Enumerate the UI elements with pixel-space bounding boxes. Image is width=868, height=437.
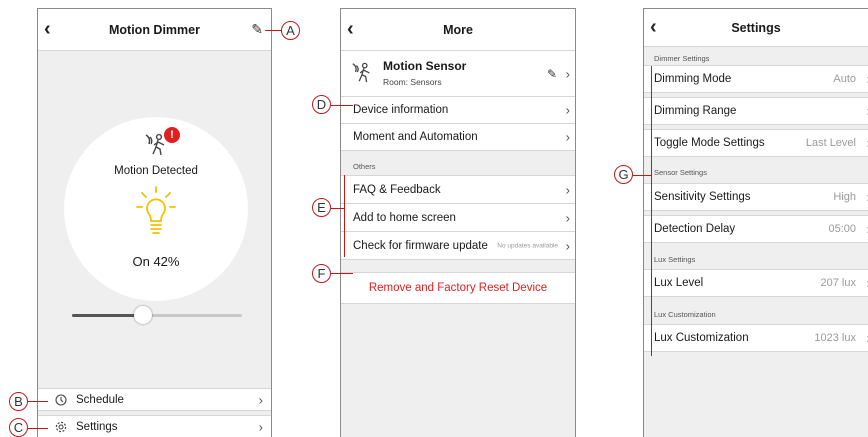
top-bar: ‹ Settings [644, 9, 868, 47]
schedule-row[interactable]: Schedule › [38, 388, 271, 411]
schedule-label: Schedule [76, 393, 124, 406]
factory-reset-row[interactable]: Remove and Factory Reset Device [341, 272, 575, 304]
top-bar: ‹ More [341, 9, 575, 51]
callout-line [265, 30, 281, 31]
callout-d: D [312, 95, 331, 114]
callout-g: G [614, 165, 633, 184]
callout-line [331, 105, 353, 106]
row-label: Check for firmware update [353, 239, 488, 252]
row-label: Add to home screen [353, 211, 456, 224]
row-value: 1023 lux [814, 332, 856, 344]
device-room: Room: Sensors [383, 77, 442, 87]
slider-fill [72, 314, 143, 317]
firmware-status: No updates available [497, 242, 558, 249]
callout-line [331, 273, 353, 274]
row-label: Device information [353, 104, 449, 116]
row-value: 207 lux [820, 277, 856, 289]
device-card[interactable]: Motion Sensor Room: Sensors ✎ › [341, 51, 575, 97]
alert-badge: ! [164, 127, 180, 143]
callout-c: C [9, 418, 28, 437]
lux-level-row[interactable]: Lux Level 207 lux › [644, 269, 868, 297]
callout-line [331, 208, 344, 209]
sensitivity-row[interactable]: Sensitivity Settings High › [644, 183, 868, 211]
row-value: Auto [833, 73, 856, 85]
edit-pencil-icon[interactable]: ✎ [251, 21, 263, 38]
level-text: On 42% [132, 254, 180, 269]
motion-status: Motion Detected [114, 165, 198, 177]
device-status-circle: ! Motion Detected On 42% [64, 117, 248, 301]
moment-automation-row[interactable]: Moment and Automation › [341, 123, 575, 151]
section-label: Lux Settings [654, 255, 696, 264]
callout-line [28, 401, 48, 402]
top-bar: ‹ Motion Dimmer ✎ [38, 9, 271, 51]
chevron-right-icon: › [258, 419, 263, 435]
factory-reset-button[interactable]: Remove and Factory Reset Device [341, 282, 575, 294]
row-label: Dimming Mode [654, 73, 732, 85]
row-label: Lux Customization [654, 332, 749, 344]
more-screen: ‹ More Motion Sensor Room: Sensors ✎ › D… [340, 8, 576, 437]
section-label: Lux Customization [654, 310, 716, 319]
row-label: Detection Delay [654, 223, 736, 235]
page-title: Settings [731, 21, 781, 35]
chevron-right-icon: › [565, 66, 570, 81]
brightness-slider[interactable] [72, 306, 242, 324]
callout-line [633, 175, 651, 176]
callout-a: A [281, 21, 300, 40]
dimming-range-row[interactable]: Dimming Range › [644, 97, 868, 125]
section-label: Dimmer Settings [654, 54, 710, 63]
device-name: Motion Sensor [383, 59, 467, 73]
chevron-right-icon: › [565, 210, 570, 225]
settings-screen: ‹ Settings Dimmer Settings Dimming Mode … [643, 8, 868, 437]
device-information-row[interactable]: Device information › [341, 96, 575, 124]
row-label: Dimming Range [654, 105, 737, 117]
add-home-screen-row[interactable]: Add to home screen › [341, 203, 575, 232]
row-label: Toggle Mode Settings [654, 137, 765, 149]
chevron-right-icon: › [565, 102, 570, 118]
chevron-right-icon: › [565, 182, 570, 197]
light-bulb-icon[interactable] [136, 185, 176, 237]
lux-customization-row[interactable]: Lux Customization 1023 lux › [644, 324, 868, 352]
toggle-mode-row[interactable]: Toggle Mode Settings Last Level › [644, 129, 868, 157]
dimming-mode-row[interactable]: Dimming Mode Auto › [644, 65, 868, 93]
page-title: More [443, 23, 473, 37]
callout-b: B [9, 392, 28, 411]
slider-thumb[interactable] [134, 306, 152, 324]
row-value: 05:00 [828, 223, 856, 235]
callout-bracket [344, 175, 345, 257]
row-label: FAQ & Feedback [353, 183, 441, 196]
motion-sensor-icon [352, 62, 370, 83]
chevron-right-icon: › [565, 129, 570, 145]
edit-pencil-icon[interactable]: ✎ [547, 67, 557, 81]
motion-dimmer-screen: ‹ Motion Dimmer ✎ ! Motion Detected On 4… [37, 8, 272, 437]
detection-delay-row[interactable]: Detection Delay 05:00 › [644, 215, 868, 243]
callout-f: F [312, 264, 331, 283]
callout-bracket [651, 66, 652, 356]
section-label: Others [353, 162, 376, 171]
page-title: Motion Dimmer [109, 23, 200, 37]
callout-line [28, 428, 48, 429]
row-label: Sensitivity Settings [654, 191, 751, 203]
gear-icon [55, 421, 67, 433]
row-label: Moment and Automation [353, 131, 478, 143]
chevron-right-icon: › [565, 238, 570, 253]
faq-feedback-row[interactable]: FAQ & Feedback › [341, 175, 575, 204]
row-value: High [833, 191, 856, 203]
row-label: Lux Level [654, 277, 704, 289]
settings-row[interactable]: Settings › [38, 415, 271, 437]
settings-label: Settings [76, 421, 118, 433]
callout-e: E [312, 198, 331, 217]
section-label: Sensor Settings [654, 168, 707, 177]
firmware-update-row[interactable]: Check for firmware update No updates ava… [341, 231, 575, 260]
row-value: Last Level [805, 137, 856, 149]
clock-icon [55, 393, 67, 406]
chevron-right-icon: › [258, 392, 263, 407]
